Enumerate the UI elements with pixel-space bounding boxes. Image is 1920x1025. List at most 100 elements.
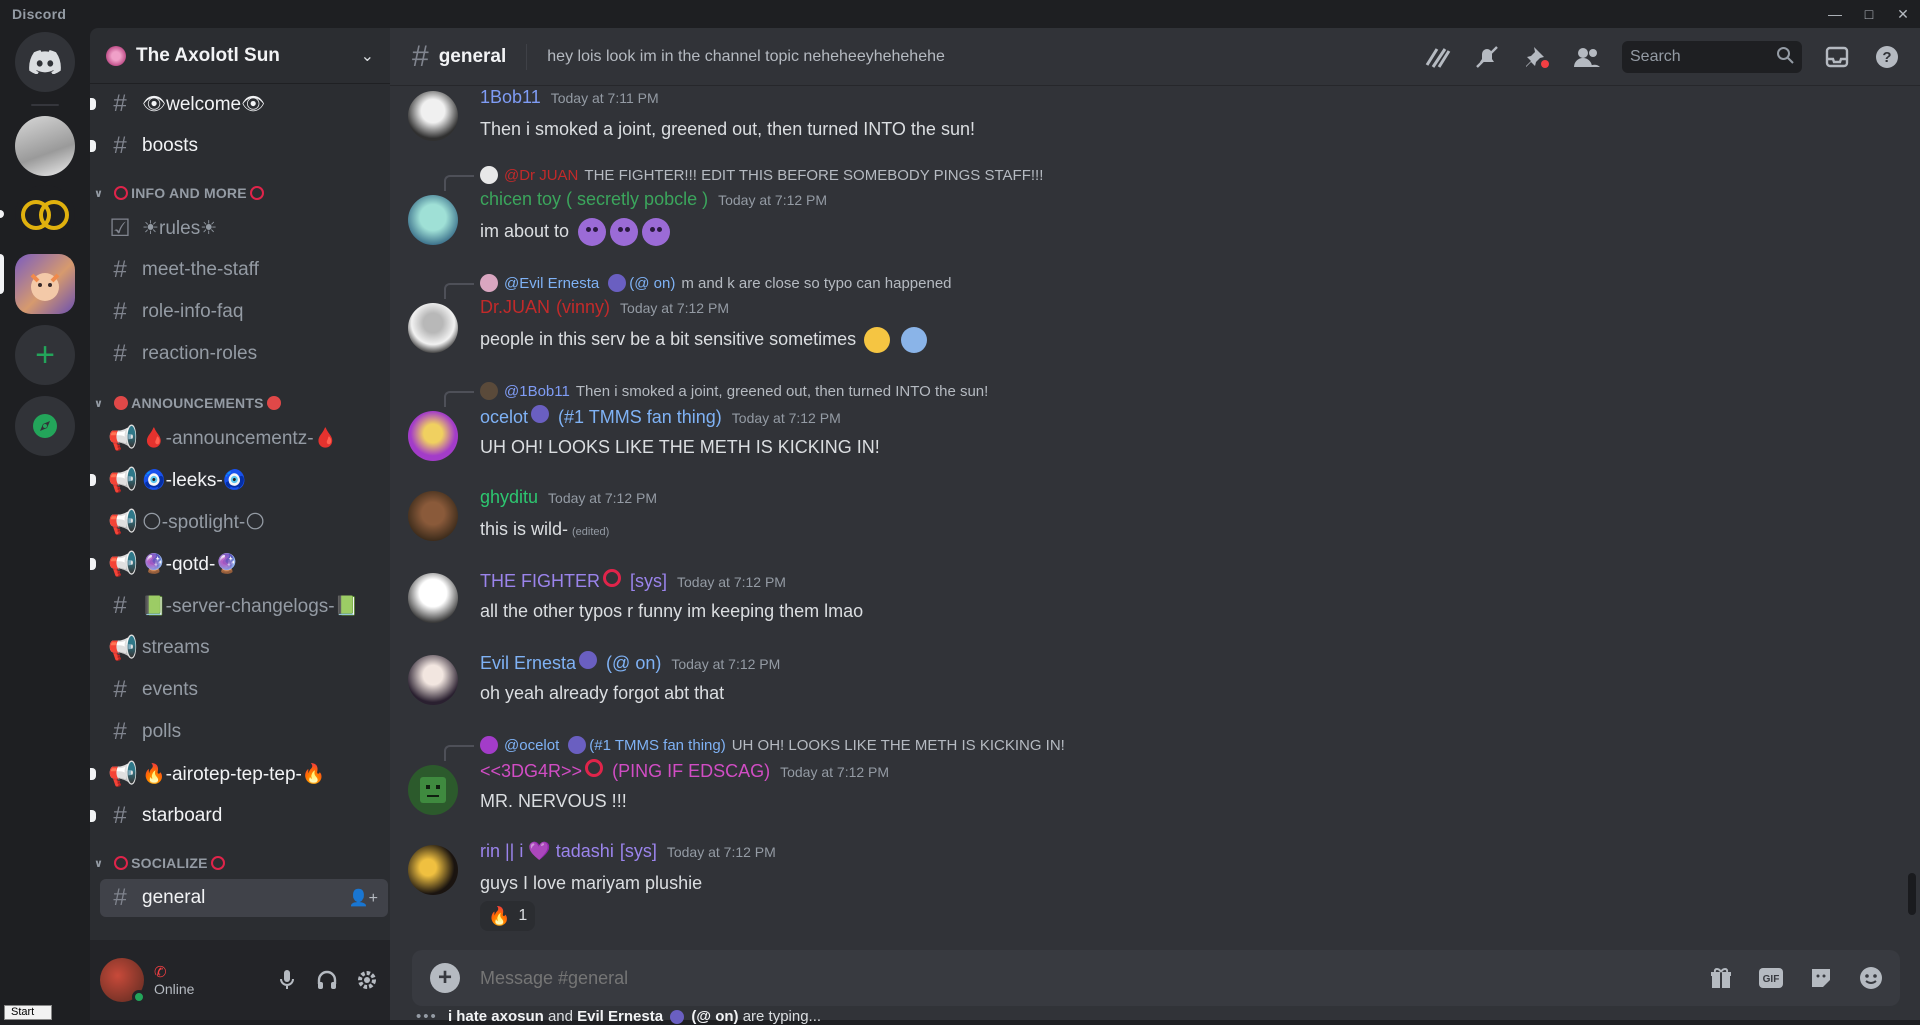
inbox-icon[interactable] [1822,42,1852,72]
member-list-icon[interactable] [1572,42,1602,72]
avatar[interactable] [408,573,458,623]
avatar[interactable] [408,195,458,245]
channel-label: starboard [142,805,223,826]
channel-airotep-tep-tep[interactable]: 📢 🔥-airotep-tep-tep-🔥 [90,755,388,793]
channel-announcementz[interactable]: 📢 🩸-announcementz-🩸 [100,419,388,457]
category-info-and-more[interactable]: ∨ INFO AND MORE [94,181,267,205]
notifications-muted-icon[interactable] [1472,42,1502,72]
reply-reference[interactable]: @Dr JUAN THE FIGHTER!!! EDIT THIS BEFORE… [444,163,1044,191]
avatar[interactable] [408,411,458,461]
typing-user-tag: (@ on) [691,1008,739,1025]
reply-text: THE FIGHTER!!! EDIT THIS BEFORE SOMEBODY… [584,166,1044,184]
reply-reference[interactable]: @1Bob11 Then i smoked a joint, greened o… [444,379,988,407]
channel-server-changelogs[interactable]: # 📗-server-changelogs-📗 [100,587,388,625]
explore-servers-button[interactable] [15,396,75,456]
message[interactable]: ghyditu Today at 7:12 PM this is wild- (e… [390,487,1896,547]
username[interactable]: 1Bob11 [480,87,541,108]
pin-icon[interactable] [1522,42,1552,72]
add-server-button[interactable]: + [15,325,75,385]
channel-general[interactable]: # general 👤+ [100,879,388,917]
message[interactable]: @ocelot (#1 TMMS fan thing) UH OH! LOOKS… [390,733,1896,823]
invite-icon[interactable]: 👤+ [349,888,378,908]
search-input[interactable]: Search [1622,41,1802,73]
maximize-icon[interactable]: □ [1852,0,1886,28]
message[interactable]: @Dr JUAN THE FIGHTER!!! EDIT THIS BEFORE… [390,163,1896,253]
avatar[interactable] [100,958,146,1004]
message[interactable]: THE FIGHTER [sys] Today at 7:12 PM all t… [390,569,1896,629]
reply-reference[interactable]: @Evil Ernesta (@ on) m and k are close s… [444,271,952,299]
category-socialize[interactable]: ∨ SOCIALIZE [94,851,228,875]
server-icon-1[interactable] [15,116,75,176]
channel-boosts[interactable]: # boosts [90,127,388,165]
channel-polls[interactable]: # polls [100,713,388,751]
gear-icon[interactable] [354,967,380,993]
channel-starboard[interactable]: # starboard [90,797,388,835]
message-input[interactable] [480,967,1706,989]
hash-icon: # [113,802,127,829]
username[interactable]: THE FIGHTER [480,571,600,592]
avatar[interactable] [408,491,458,541]
username[interactable]: Evil Ernesta [480,653,576,674]
reaction-button[interactable]: 🔥 1 [480,901,536,931]
timestamp: Today at 7:12 PM [671,656,781,672]
channel-reaction-roles[interactable]: # reaction-roles [100,335,388,373]
channel-topic[interactable]: hey lois look im in the channel topic ne… [547,48,945,66]
username[interactable]: rin || i 💜 tadashi [480,841,614,862]
channel-role-info-faq[interactable]: # role-info-faq [100,293,388,331]
attach-plus-button[interactable]: + [430,963,460,993]
channel-welcome[interactable]: # 👁welcome👁 [90,85,388,123]
user-panel: ✆ Online [90,940,390,1020]
gift-icon[interactable] [1706,963,1736,993]
gif-icon[interactable]: GIF [1756,963,1786,993]
channel-qotd[interactable]: 📢 🔮-qotd-🔮 [90,545,388,583]
megaphone-icon: 📢 [108,760,138,788]
minimize-icon[interactable]: — [1818,0,1852,28]
close-icon[interactable]: ✕ [1886,0,1920,28]
timestamp: Today at 7:12 PM [620,300,729,316]
reply-reference[interactable]: @ocelot (#1 TMMS fan thing) UH OH! LOOKS… [444,733,1065,761]
server-icon-axolotl-sun[interactable] [15,254,75,314]
reply-text: m and k are close so typo can happened [681,274,952,292]
server-icon-2[interactable] [15,185,75,245]
help-icon[interactable]: ? [1872,42,1902,72]
avatar[interactable] [408,655,458,705]
channel-list: # 👁welcome👁 # boosts ∨ INFO AND MORE ☑ ☀… [90,85,390,940]
username[interactable]: <<3DG4R>> [480,761,582,782]
headphones-icon[interactable] [314,967,340,993]
message-text: all the other typos r funny im keeping t… [480,601,864,621]
channel-rules[interactable]: ☑ ☀rules☀ [100,209,388,247]
username[interactable]: ocelot [480,407,528,428]
message[interactable]: @1Bob11 Then i smoked a joint, greened o… [390,379,1896,469]
timestamp: Today at 7:12 PM [780,764,890,780]
message[interactable]: 1Bob11 Today at 7:11 PM Then i smoked a … [390,87,1896,143]
chevron-down-icon[interactable]: ⌄ [361,46,374,66]
start-button[interactable]: Start [4,1005,52,1020]
username[interactable]: chicen toy ( secretly pobcle ) [480,189,708,210]
microphone-icon[interactable] [274,967,300,993]
avatar[interactable] [408,845,458,895]
category-announcements[interactable]: ∨ ANNOUNCEMENTS [94,391,284,415]
scrollbar-thumb[interactable] [1908,873,1916,915]
fire-emoji-icon: 🔥 [488,905,511,926]
threads-icon[interactable] [1422,42,1452,72]
username[interactable]: Dr.JUAN [480,297,550,318]
sticker-icon[interactable] [1806,963,1836,993]
avatar[interactable] [408,91,458,141]
message[interactable]: Evil Ernesta (@ on) Today at 7:12 PM oh … [390,651,1896,711]
message[interactable]: rin || i 💜 tadashi [sys] Today at 7:12 P… [390,841,1896,941]
channel-streams[interactable]: 📢 streams [100,629,388,667]
home-button[interactable] [15,32,75,92]
channel-events[interactable]: # events [100,671,388,709]
channel-meet-the-staff[interactable]: # meet-the-staff [100,251,388,289]
username[interactable]: ghyditu [480,487,538,508]
avatar[interactable] [408,765,458,815]
person-emoji-icon [901,327,928,354]
guild-header[interactable]: The Axolotl Sun ⌄ [90,28,390,84]
channel-spotlight[interactable]: 📢 🌕-spotlight-🌕 [100,503,388,541]
svg-text:?: ? [1882,49,1891,66]
avatar[interactable] [408,303,458,353]
megaphone-icon: 📢 [108,634,138,662]
emoji-picker-icon[interactable] [1856,963,1886,993]
channel-leeks[interactable]: 📢 🧿-leeks-🧿 [90,461,388,499]
message[interactable]: @Evil Ernesta (@ on) m and k are close s… [390,271,1896,361]
